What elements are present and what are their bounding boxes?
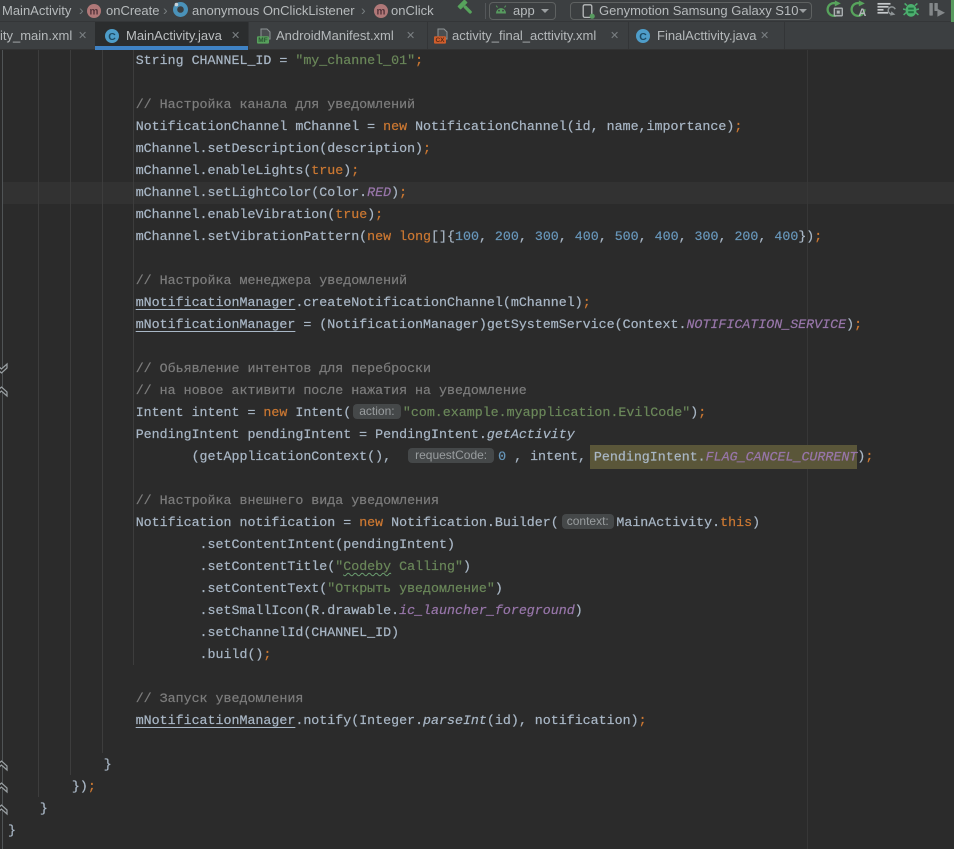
svg-text:CX: CX (435, 37, 445, 44)
svg-text:C: C (108, 31, 116, 43)
svg-text:MF: MF (258, 37, 267, 44)
svg-text:C: C (639, 31, 647, 43)
svg-text:m: m (377, 7, 386, 18)
svg-text:A: A (858, 7, 866, 18)
svg-text:m: m (90, 7, 99, 18)
